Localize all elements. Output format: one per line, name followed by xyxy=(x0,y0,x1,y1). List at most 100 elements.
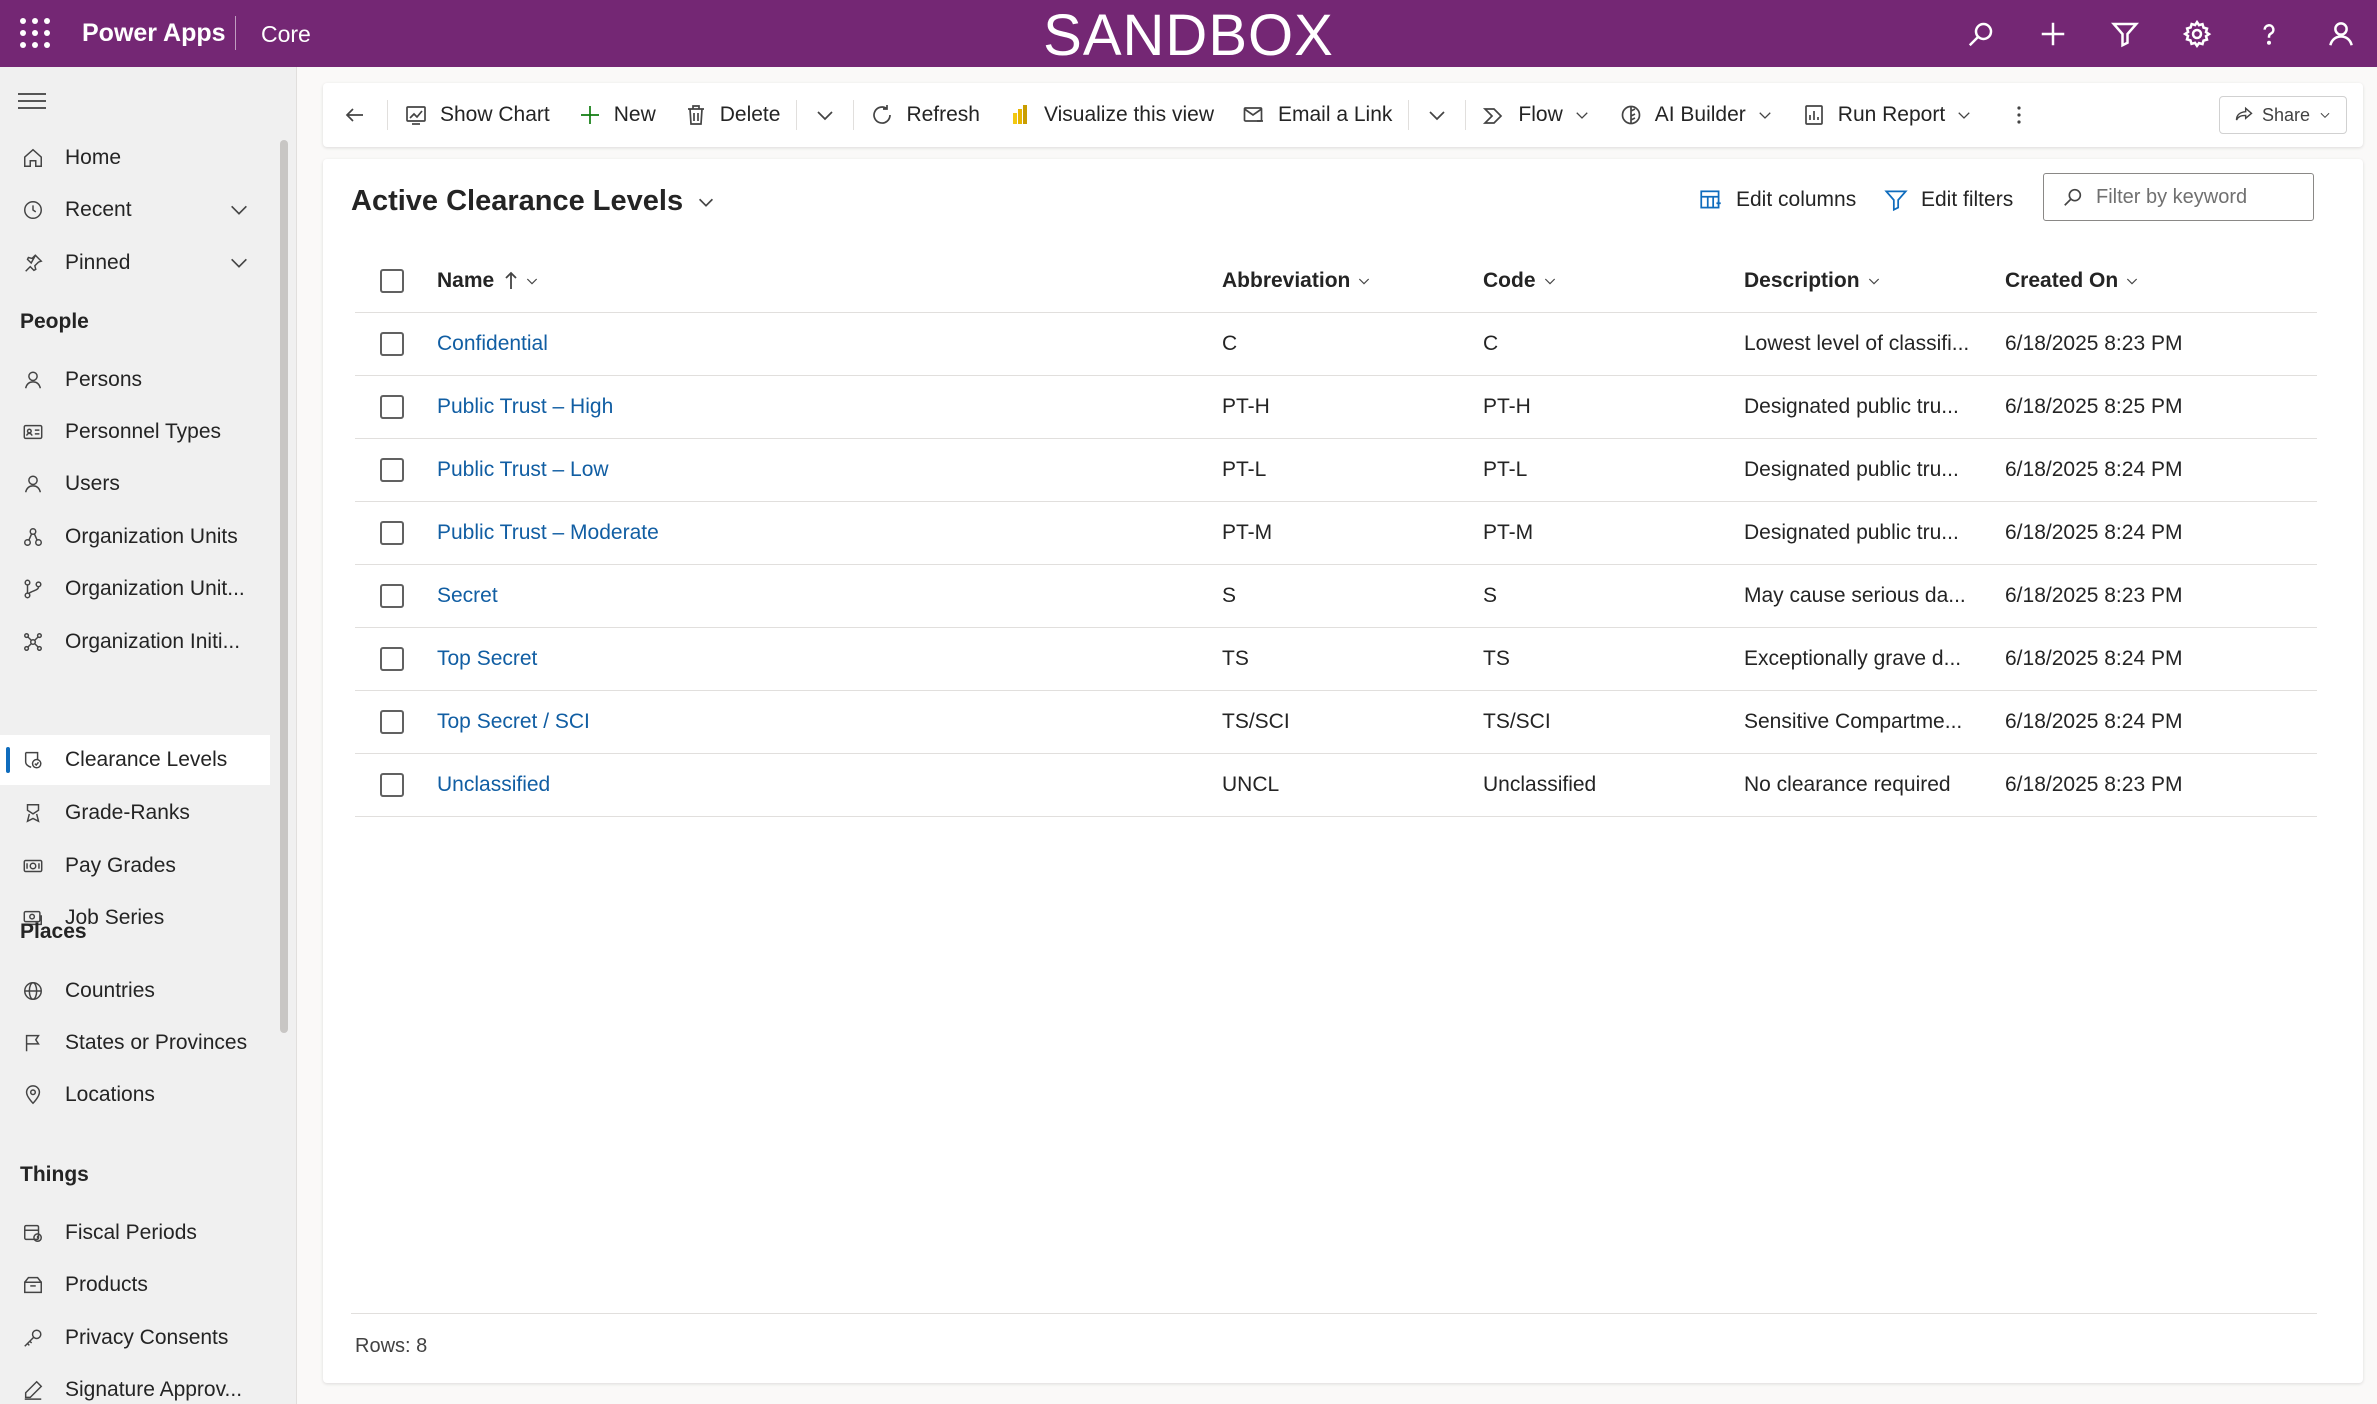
sidebar-item-clearance-levels[interactable]: Clearance Levels xyxy=(0,735,270,785)
row-checkbox[interactable] xyxy=(380,647,404,671)
chevron-down-icon[interactable] xyxy=(228,252,250,274)
ai-builder-button[interactable]: AI Builder xyxy=(1605,83,1788,147)
back-button[interactable] xyxy=(323,83,385,147)
sidebar-item-organization-initiatives[interactable]: Organization Initi... xyxy=(0,617,270,667)
column-header-abbreviation[interactable]: Abbreviation xyxy=(1222,249,1462,312)
delete-button[interactable]: Delete xyxy=(670,83,795,147)
table-row[interactable]: Public Trust – Moderate PT-M PT-M Design… xyxy=(355,502,2317,565)
row-select-cell xyxy=(377,502,407,564)
refresh-label: Refresh xyxy=(906,103,980,126)
sidebar-item-countries[interactable]: Countries xyxy=(0,966,270,1016)
help-icon[interactable] xyxy=(2233,0,2305,67)
table-row[interactable]: Top Secret TS TS Exceptionally grave d..… xyxy=(355,628,2317,691)
row-checkbox[interactable] xyxy=(380,773,404,797)
share-button[interactable]: Share xyxy=(2218,96,2347,134)
settings-icon[interactable] xyxy=(2161,0,2233,67)
row-checkbox[interactable] xyxy=(380,458,404,482)
sidebar-item-pay-grades[interactable]: Pay Grades xyxy=(0,841,270,891)
sidebar-item-organization-units[interactable]: Organization Units xyxy=(0,512,270,562)
column-header-name[interactable]: Name xyxy=(437,249,1197,312)
table-row[interactable]: Unclassified UNCL Unclassified No cleara… xyxy=(355,754,2317,817)
edit-columns-button[interactable]: Edit columns xyxy=(1698,187,1856,213)
table-row[interactable]: Confidential C C Lowest level of classif… xyxy=(355,313,2317,376)
filter-by-keyword-input[interactable] xyxy=(2096,185,2296,209)
sidebar-item-persons[interactable]: Persons xyxy=(0,355,270,405)
page-title: Active Clearance Levels xyxy=(351,185,684,217)
nav-group-title: People xyxy=(20,310,89,333)
sidebar-item-fiscal-periods[interactable]: Fiscal Periods xyxy=(0,1208,270,1258)
column-header-description[interactable]: Description xyxy=(1744,249,1976,312)
table-row[interactable]: Public Trust – High PT-H PT-H Designated… xyxy=(355,376,2317,439)
search-icon[interactable] xyxy=(1945,0,2017,67)
sidebar-item-pinned[interactable]: Pinned xyxy=(0,238,270,288)
record-name-link[interactable]: Public Trust – High xyxy=(437,376,1197,438)
sidebar-item-label: Privacy Consents xyxy=(65,1326,229,1349)
chevron-down-icon xyxy=(1544,278,1555,285)
chevron-down-icon[interactable] xyxy=(228,199,250,221)
clock-icon xyxy=(21,198,45,222)
sidebar-scrollbar[interactable] xyxy=(280,140,288,1033)
header-actions xyxy=(1945,0,2377,67)
sidebar-item-products[interactable]: Products xyxy=(0,1260,270,1310)
visualize-view-button[interactable]: Visualize this view xyxy=(994,83,1228,147)
abbreviation-cell: TS/SCI xyxy=(1222,710,1290,733)
description-cell: No clearance required xyxy=(1744,773,1951,796)
run-report-button[interactable]: Run Report xyxy=(1788,83,1987,147)
records-grid: Name Abbreviation Code Description Creat… xyxy=(355,249,2317,817)
sidebar-item-organization-unit-relations[interactable]: Organization Unit... xyxy=(0,564,270,614)
row-checkbox[interactable] xyxy=(380,332,404,356)
app-launcher-icon[interactable] xyxy=(20,18,50,48)
flow-button[interactable]: Flow xyxy=(1468,83,1604,147)
more-vertical-icon xyxy=(2017,106,2021,124)
sidebar-item-users[interactable]: Users xyxy=(0,459,270,509)
edit-filters-button[interactable]: Edit filters xyxy=(1883,187,2013,213)
calendar-icon xyxy=(21,1221,45,1245)
record-name-link[interactable]: Confidential xyxy=(437,313,1197,375)
filter-by-keyword-box[interactable] xyxy=(2043,173,2314,221)
app-name[interactable]: Power Apps xyxy=(82,19,226,48)
new-button[interactable]: New xyxy=(564,83,670,147)
delete-label: Delete xyxy=(719,103,781,126)
record-name-link[interactable]: Unclassified xyxy=(437,754,1197,816)
add-icon[interactable] xyxy=(2017,0,2089,67)
more-commands-button[interactable] xyxy=(1987,83,2051,147)
show-chart-button[interactable]: Show Chart xyxy=(390,83,564,147)
table-row[interactable]: Secret S S May cause serious da... 6/18/… xyxy=(355,565,2317,628)
column-header-code[interactable]: Code xyxy=(1483,249,1723,312)
refresh-button[interactable]: Refresh xyxy=(856,83,994,147)
command-divider xyxy=(1465,100,1467,130)
user-icon[interactable] xyxy=(2305,0,2377,67)
select-all-checkbox[interactable] xyxy=(380,268,404,293)
sidebar-item-recent[interactable]: Recent xyxy=(0,185,270,235)
sidebar-item-locations[interactable]: Locations xyxy=(0,1070,270,1120)
more-email-options-button[interactable] xyxy=(1411,83,1463,147)
row-checkbox[interactable] xyxy=(380,521,404,545)
row-checkbox[interactable] xyxy=(380,584,404,608)
record-name-link[interactable]: Secret xyxy=(437,565,1197,627)
record-name-link[interactable]: Public Trust – Moderate xyxy=(437,502,1197,564)
sidebar-item-states-or-provinces[interactable]: States or Provinces xyxy=(0,1018,270,1068)
email-link-button[interactable]: Email a Link xyxy=(1228,83,1406,147)
filter-icon[interactable] xyxy=(2089,0,2161,67)
row-checkbox[interactable] xyxy=(380,710,404,734)
table-row[interactable]: Top Secret / SCI TS/SCI TS/SCI Sensitive… xyxy=(355,691,2317,754)
sidebar-item-personnel-types[interactable]: Personnel Types xyxy=(0,407,270,457)
sidebar-item-signature-approvals[interactable]: Signature Approv... xyxy=(0,1365,270,1404)
sidebar-item-home[interactable]: Home xyxy=(0,133,270,183)
row-checkbox[interactable] xyxy=(380,395,404,419)
sidebar-item-label: Grade-Ranks xyxy=(65,801,190,824)
table-row[interactable]: Public Trust – Low PT-L PT-L Designated … xyxy=(355,439,2317,502)
hamburger-menu-icon[interactable] xyxy=(18,93,46,115)
record-name-link[interactable]: Top Secret / SCI xyxy=(437,691,1197,753)
record-name-link[interactable]: Public Trust – Low xyxy=(437,439,1197,501)
sidebar-item-label: Signature Approv... xyxy=(65,1378,243,1401)
record-name-link[interactable]: Top Secret xyxy=(437,628,1197,690)
chevron-down-icon xyxy=(1958,112,1970,119)
view-selector[interactable]: Active Clearance Levels xyxy=(351,185,717,218)
column-header-created-on[interactable]: Created On xyxy=(2005,249,2305,312)
environment-name[interactable]: Core xyxy=(261,21,311,48)
more-delete-options-button[interactable] xyxy=(799,83,851,147)
sidebar-item-privacy-consents[interactable]: Privacy Consents xyxy=(0,1313,270,1363)
sidebar-item-grade-ranks[interactable]: Grade-Ranks xyxy=(0,788,270,838)
sidebar-item-label: Organization Units xyxy=(65,525,238,548)
